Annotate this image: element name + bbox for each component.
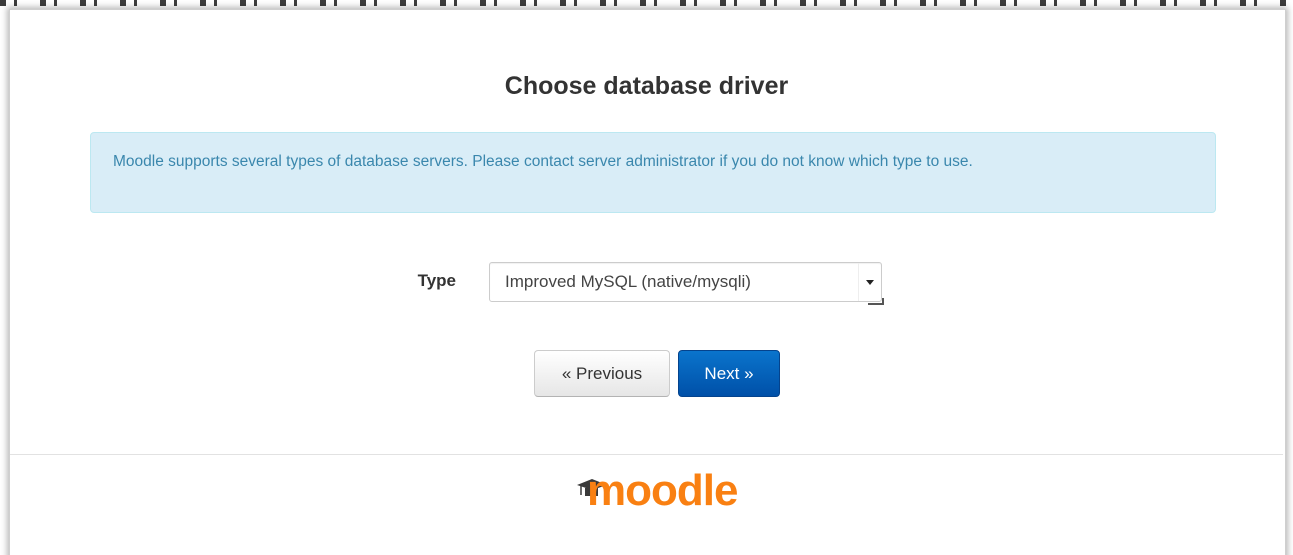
select-edge-shadow xyxy=(868,298,884,305)
database-type-select[interactable]: Improved MySQL (native/mysqli) xyxy=(489,262,882,302)
moodle-logo[interactable]: moodle xyxy=(575,466,745,522)
info-alert: Moodle supports several types of databas… xyxy=(90,132,1216,213)
screenshot-stage: Choose database driver Moodle supports s… xyxy=(0,0,1293,555)
footer-divider xyxy=(10,454,1283,455)
info-alert-text: Moodle supports several types of databas… xyxy=(113,153,973,170)
next-button[interactable]: Next » xyxy=(678,350,780,397)
previous-button[interactable]: « Previous xyxy=(534,350,670,397)
cropped-text-remnant xyxy=(0,0,1293,6)
moodle-logo-text: moodle xyxy=(587,466,738,515)
type-label: Type xyxy=(417,271,456,290)
page-title: Choose database driver xyxy=(504,72,789,100)
database-type-selected-value: Improved MySQL (native/mysqli) xyxy=(505,272,751,291)
caret-down-icon[interactable] xyxy=(858,263,881,301)
